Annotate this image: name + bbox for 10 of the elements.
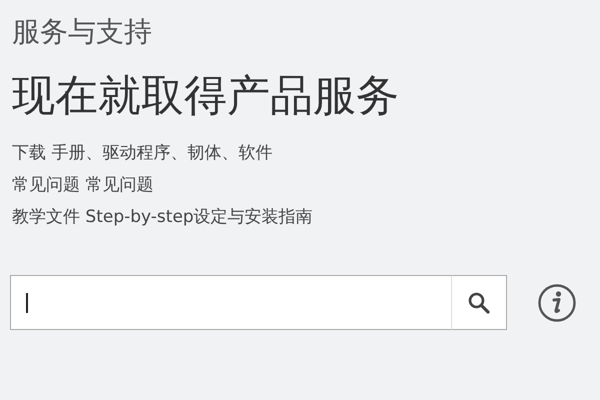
page-title: 现在就取得产品服务 <box>12 70 399 123</box>
search-field[interactable] <box>10 275 452 330</box>
link-text[interactable]: 常见问题 常见问题 <box>12 174 154 197</box>
section-subtitle: 服务与支持 <box>12 14 152 50</box>
search-icon <box>467 290 491 314</box>
link-text[interactable]: 下载 手册、驱动程序、韧体、软件 <box>12 142 272 165</box>
search-button[interactable] <box>452 275 507 330</box>
info-icon[interactable] <box>537 282 577 322</box>
text-cursor <box>26 293 28 313</box>
link-text[interactable]: 教学文件 Step-by-step设定与安装指南 <box>12 206 313 229</box>
